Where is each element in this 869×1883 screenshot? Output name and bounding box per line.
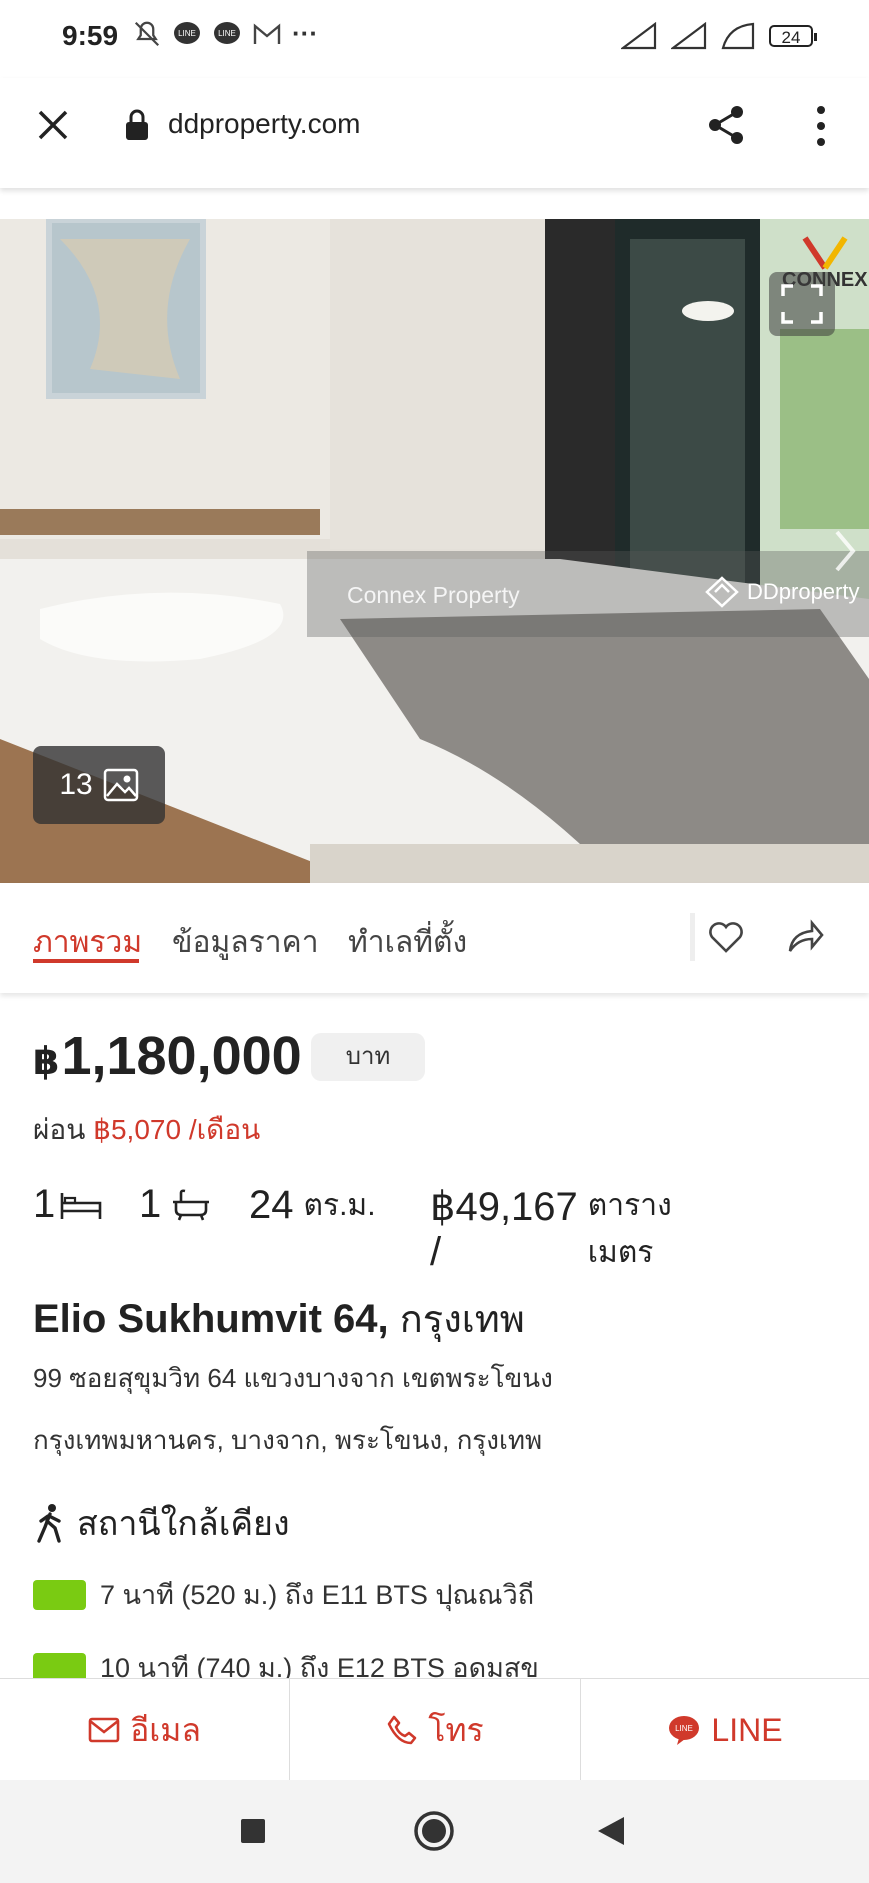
station-text: 7 นาที (520 ม.) ถึง E11 BTS ปุณณวิถี bbox=[100, 1580, 535, 1610]
line-chat-icon: LINE bbox=[669, 1716, 700, 1745]
line-button[interactable]: LINE LINE bbox=[581, 1679, 869, 1781]
installment-amount[interactable]: ฿5,070 /เดือน bbox=[93, 1114, 260, 1145]
back-icon[interactable] bbox=[596, 1815, 626, 1847]
notification-icons: LINE LINE ··· bbox=[132, 18, 318, 49]
area-unit: ตร.ม. bbox=[303, 1189, 376, 1222]
battery-icon: 24 bbox=[769, 25, 817, 47]
tab-price-info[interactable]: ข้อมูลราคา bbox=[172, 919, 319, 966]
system-icons: 24 bbox=[621, 22, 817, 50]
svg-text:LINE: LINE bbox=[178, 29, 196, 38]
call-label: โทร bbox=[428, 1711, 484, 1748]
project-city: กรุงเทพ bbox=[399, 1299, 525, 1341]
address-line-2: กรุงเทพมหานคร, บางจาก, พระโขนง, กรุงเทพ bbox=[33, 1425, 543, 1455]
gmail-icon bbox=[253, 22, 281, 44]
more-menu-icon[interactable] bbox=[813, 104, 829, 148]
price-unit-badge: บาท bbox=[311, 1033, 425, 1081]
fullscreen-button[interactable] bbox=[769, 272, 835, 336]
price-per-sqm: ฿49,167 / bbox=[430, 1184, 578, 1274]
bed-icon bbox=[60, 1192, 102, 1219]
ddproperty-logo-icon bbox=[705, 576, 739, 608]
area-spec: 24 ตร.ม. bbox=[249, 1182, 376, 1229]
phone-icon bbox=[387, 1715, 417, 1745]
listing-title: Elio Sukhumvit 64, กรุงเทพ bbox=[33, 1288, 525, 1349]
recent-apps-icon[interactable] bbox=[239, 1817, 267, 1845]
url-text[interactable]: ddproperty.com bbox=[168, 108, 360, 140]
call-button[interactable]: โทร bbox=[290, 1679, 580, 1781]
email-label: อีเมล bbox=[130, 1711, 201, 1748]
close-icon[interactable] bbox=[30, 102, 76, 148]
bedrooms-spec: 1 bbox=[33, 1182, 103, 1227]
favorite-heart-icon[interactable] bbox=[706, 917, 746, 957]
project-name: Elio Sukhumvit 64, bbox=[33, 1297, 389, 1341]
photo-gallery[interactable]: Connex Property DDproperty CONNEX 13 bbox=[0, 219, 869, 883]
mail-icon bbox=[88, 1717, 120, 1743]
photo-count-badge[interactable]: 13 bbox=[33, 746, 165, 824]
next-photo-icon[interactable] bbox=[819, 516, 869, 586]
line-app-icon: LINE bbox=[174, 21, 200, 44]
connex-logo-icon bbox=[802, 236, 848, 270]
fullscreen-icon bbox=[781, 284, 823, 324]
browser-toolbar: ddproperty.com bbox=[0, 78, 869, 188]
photo-count: 13 bbox=[59, 768, 93, 801]
image-icon bbox=[103, 768, 138, 802]
bathtub-icon bbox=[173, 1188, 210, 1220]
walking-person-icon bbox=[37, 1504, 61, 1543]
tab-location[interactable]: ทำเลที่ตั้ง bbox=[348, 919, 467, 966]
installment-info: ผ่อน ฿5,070 /เดือน bbox=[33, 1108, 260, 1152]
area-value: 24 bbox=[249, 1183, 294, 1227]
mute-bell-icon bbox=[134, 21, 160, 46]
tab-divider bbox=[690, 913, 695, 961]
system-navigation-bar bbox=[0, 1780, 869, 1883]
lock-icon bbox=[126, 109, 148, 140]
bedrooms-count: 1 bbox=[33, 1182, 56, 1226]
listing-price: ฿ 1,180,000 bbox=[33, 1025, 302, 1087]
currency-symbol: ฿ bbox=[33, 1041, 60, 1083]
line-app-icon-2: LINE bbox=[214, 21, 240, 44]
nearby-stations-title: สถานีใกล้เคียง bbox=[77, 1505, 290, 1543]
installment-label: ผ่อน bbox=[33, 1114, 86, 1145]
share-arrow-icon[interactable] bbox=[784, 917, 824, 957]
price-per-sqm-unit: ตารางเมตร bbox=[587, 1189, 672, 1269]
watermark-text: Connex Property bbox=[347, 582, 520, 608]
wifi-icon bbox=[721, 22, 755, 50]
email-button[interactable]: อีเมล bbox=[0, 1679, 289, 1781]
address-line-1: 99 ซอยสุขุมวิท 64 แขวงบางจาก เขตพระโขนง bbox=[33, 1363, 553, 1393]
status-time: 9:59 bbox=[62, 20, 119, 51]
share-icon[interactable] bbox=[703, 102, 749, 148]
bts-line-badge bbox=[33, 1579, 86, 1610]
section-tabs: ภาพรวม ข้อมูลราคา ทำเลที่ตั้ง bbox=[0, 883, 869, 993]
svg-text:LINE: LINE bbox=[676, 1724, 694, 1733]
active-tab-indicator bbox=[33, 959, 139, 963]
price-value: 1,180,000 bbox=[61, 1026, 302, 1086]
bathrooms-count: 1 bbox=[139, 1182, 162, 1226]
bathrooms-spec: 1 bbox=[139, 1182, 213, 1227]
nearby-stations-heading: สถานีใกล้เคียง bbox=[33, 1496, 290, 1550]
svg-text:LINE: LINE bbox=[218, 29, 236, 38]
signal-icon-2 bbox=[671, 22, 707, 50]
station-item[interactable]: 7 นาที (520 ม.) ถึง E11 BTS ปุณณวิถี bbox=[33, 1573, 534, 1616]
line-label: LINE bbox=[711, 1711, 783, 1748]
more-notifications-icon: ··· bbox=[292, 18, 318, 48]
status-bar: 9:59 LINE LINE ··· 24 bbox=[0, 0, 869, 78]
home-icon[interactable] bbox=[413, 1810, 455, 1852]
price-per-sqm-spec: ฿49,167 / ตารางเมตร bbox=[430, 1182, 672, 1276]
signal-icon bbox=[621, 22, 657, 50]
contact-action-bar: อีเมล โทร LINE LINE bbox=[0, 1678, 869, 1781]
